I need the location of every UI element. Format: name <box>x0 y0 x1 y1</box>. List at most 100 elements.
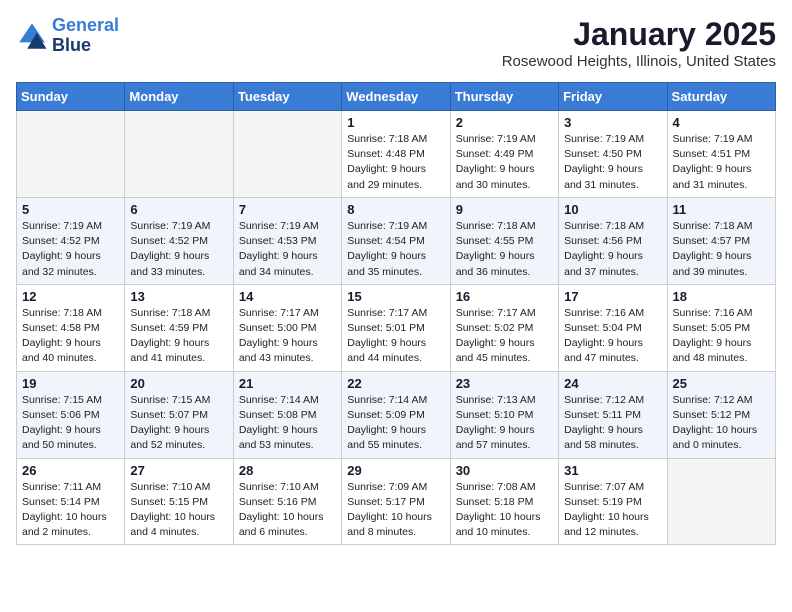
calendar-table: SundayMondayTuesdayWednesdayThursdayFrid… <box>16 82 776 545</box>
day-number: 8 <box>347 202 444 217</box>
day-info: Sunrise: 7:16 AM Sunset: 5:04 PM Dayligh… <box>564 306 661 367</box>
day-number: 20 <box>130 376 227 391</box>
day-info: Sunrise: 7:19 AM Sunset: 4:53 PM Dayligh… <box>239 219 336 280</box>
calendar-cell <box>667 458 775 545</box>
page-header: General Blue January 2025 Rosewood Heigh… <box>16 16 776 70</box>
calendar-cell: 1Sunrise: 7:18 AM Sunset: 4:48 PM Daylig… <box>342 111 450 198</box>
day-info: Sunrise: 7:09 AM Sunset: 5:17 PM Dayligh… <box>347 480 444 541</box>
day-info: Sunrise: 7:11 AM Sunset: 5:14 PM Dayligh… <box>22 480 119 541</box>
calendar-cell: 5 Sunrise: 7:19 AM Sunset: 4:52 PM Daylig… <box>17 197 125 284</box>
weekday-header: Friday <box>559 83 667 111</box>
calendar-cell: 26 Sunrise: 7:11 AM Sunset: 5:14 PM Dayli… <box>17 458 125 545</box>
day-info: Sunrise: 7:18 AM Sunset: 4:56 PM Dayligh… <box>564 219 661 280</box>
title-block: January 2025 Rosewood Heights, Illinois,… <box>502 16 776 70</box>
calendar-cell: 18 Sunrise: 7:16 AM Sunset: 5:05 PM Dayli… <box>667 284 775 371</box>
day-info: Sunrise: 7:16 AM Sunset: 5:05 PM Dayligh… <box>673 306 770 367</box>
day-number: 24 <box>564 376 661 391</box>
day-number: 31 <box>564 463 661 478</box>
calendar-cell: 13Sunrise: 7:18 AM Sunset: 4:59 PM Dayli… <box>125 284 233 371</box>
day-number: 19 <box>22 376 119 391</box>
calendar-cell: 30 Sunrise: 7:08 AM Sunset: 5:18 PM Dayli… <box>450 458 558 545</box>
day-info: Sunrise: 7:10 AM Sunset: 5:16 PM Dayligh… <box>239 480 336 541</box>
calendar-cell: 9 Sunrise: 7:18 AM Sunset: 4:55 PM Daylig… <box>450 197 558 284</box>
day-number: 15 <box>347 289 444 304</box>
calendar-cell: 21 Sunrise: 7:14 AM Sunset: 5:08 PM Dayli… <box>233 371 341 458</box>
day-number: 6 <box>130 202 227 217</box>
day-number: 1 <box>347 115 444 130</box>
calendar-cell: 19 Sunrise: 7:15 AM Sunset: 5:06 PM Dayli… <box>17 371 125 458</box>
day-info: Sunrise: 7:19 AM Sunset: 4:52 PM Dayligh… <box>22 219 119 280</box>
weekday-header: Sunday <box>17 83 125 111</box>
day-number: 10 <box>564 202 661 217</box>
day-number: 26 <box>22 463 119 478</box>
day-number: 23 <box>456 376 553 391</box>
day-info: Sunrise: 7:12 AM Sunset: 5:11 PM Dayligh… <box>564 393 661 454</box>
day-info: Sunrise: 7:18 AM Sunset: 4:57 PM Dayligh… <box>673 219 770 280</box>
day-number: 25 <box>673 376 770 391</box>
calendar-cell: 28Sunrise: 7:10 AM Sunset: 5:16 PM Dayli… <box>233 458 341 545</box>
day-number: 7 <box>239 202 336 217</box>
calendar-cell: 6 Sunrise: 7:19 AM Sunset: 4:52 PM Daylig… <box>125 197 233 284</box>
calendar-week-row: 12 Sunrise: 7:18 AM Sunset: 4:58 PM Dayli… <box>17 284 776 371</box>
calendar-cell: 23 Sunrise: 7:13 AM Sunset: 5:10 PM Dayli… <box>450 371 558 458</box>
weekday-header: Thursday <box>450 83 558 111</box>
calendar-cell: 27 Sunrise: 7:10 AM Sunset: 5:15 PM Dayli… <box>125 458 233 545</box>
day-number: 13 <box>130 289 227 304</box>
day-number: 3 <box>564 115 661 130</box>
day-info: Sunrise: 7:19 AM Sunset: 4:50 PM Dayligh… <box>564 132 661 193</box>
day-info: Sunrise: 7:19 AM Sunset: 4:52 PM Dayligh… <box>130 219 227 280</box>
calendar-cell: 4 Sunrise: 7:19 AM Sunset: 4:51 PM Daylig… <box>667 111 775 198</box>
day-number: 16 <box>456 289 553 304</box>
day-number: 12 <box>22 289 119 304</box>
weekday-header: Saturday <box>667 83 775 111</box>
day-number: 4 <box>673 115 770 130</box>
day-number: 9 <box>456 202 553 217</box>
day-number: 29 <box>347 463 444 478</box>
weekday-header: Tuesday <box>233 83 341 111</box>
calendar-cell: 15Sunrise: 7:17 AM Sunset: 5:01 PM Dayli… <box>342 284 450 371</box>
day-info: Sunrise: 7:19 AM Sunset: 4:49 PM Dayligh… <box>456 132 553 193</box>
day-info: Sunrise: 7:19 AM Sunset: 4:51 PM Dayligh… <box>673 132 770 193</box>
day-info: Sunrise: 7:13 AM Sunset: 5:10 PM Dayligh… <box>456 393 553 454</box>
logo: General Blue <box>16 16 119 56</box>
calendar-cell: 16Sunrise: 7:17 AM Sunset: 5:02 PM Dayli… <box>450 284 558 371</box>
calendar-cell: 12 Sunrise: 7:18 AM Sunset: 4:58 PM Dayli… <box>17 284 125 371</box>
calendar-week-row: 26 Sunrise: 7:11 AM Sunset: 5:14 PM Dayli… <box>17 458 776 545</box>
weekday-header: Wednesday <box>342 83 450 111</box>
calendar-cell <box>233 111 341 198</box>
calendar-cell: 17 Sunrise: 7:16 AM Sunset: 5:04 PM Dayli… <box>559 284 667 371</box>
calendar-cell: 31Sunrise: 7:07 AM Sunset: 5:19 PM Dayli… <box>559 458 667 545</box>
calendar-cell <box>125 111 233 198</box>
calendar-cell: 22Sunrise: 7:14 AM Sunset: 5:09 PM Dayli… <box>342 371 450 458</box>
day-info: Sunrise: 7:10 AM Sunset: 5:15 PM Dayligh… <box>130 480 227 541</box>
day-number: 27 <box>130 463 227 478</box>
calendar-cell: 10 Sunrise: 7:18 AM Sunset: 4:56 PM Dayli… <box>559 197 667 284</box>
calendar-cell: 20Sunrise: 7:15 AM Sunset: 5:07 PM Dayli… <box>125 371 233 458</box>
day-info: Sunrise: 7:14 AM Sunset: 5:08 PM Dayligh… <box>239 393 336 454</box>
day-info: Sunrise: 7:17 AM Sunset: 5:00 PM Dayligh… <box>239 306 336 367</box>
day-number: 2 <box>456 115 553 130</box>
day-number: 17 <box>564 289 661 304</box>
day-number: 21 <box>239 376 336 391</box>
day-number: 30 <box>456 463 553 478</box>
calendar-cell: 8 Sunrise: 7:19 AM Sunset: 4:54 PM Daylig… <box>342 197 450 284</box>
day-info: Sunrise: 7:08 AM Sunset: 5:18 PM Dayligh… <box>456 480 553 541</box>
calendar-cell: 25 Sunrise: 7:12 AM Sunset: 5:12 PM Dayli… <box>667 371 775 458</box>
day-info: Sunrise: 7:19 AM Sunset: 4:54 PM Dayligh… <box>347 219 444 280</box>
day-number: 22 <box>347 376 444 391</box>
day-info: Sunrise: 7:18 AM Sunset: 4:55 PM Dayligh… <box>456 219 553 280</box>
day-number: 14 <box>239 289 336 304</box>
calendar-cell: 2 Sunrise: 7:19 AM Sunset: 4:49 PM Daylig… <box>450 111 558 198</box>
calendar-cell: 3 Sunrise: 7:19 AM Sunset: 4:50 PM Daylig… <box>559 111 667 198</box>
logo-text: General Blue <box>52 16 119 56</box>
calendar-cell: 7 Sunrise: 7:19 AM Sunset: 4:53 PM Daylig… <box>233 197 341 284</box>
weekday-header: Monday <box>125 83 233 111</box>
calendar-cell: 14 Sunrise: 7:17 AM Sunset: 5:00 PM Dayli… <box>233 284 341 371</box>
day-number: 5 <box>22 202 119 217</box>
day-info: Sunrise: 7:12 AM Sunset: 5:12 PM Dayligh… <box>673 393 770 454</box>
day-number: 18 <box>673 289 770 304</box>
day-info: Sunrise: 7:15 AM Sunset: 5:06 PM Dayligh… <box>22 393 119 454</box>
calendar-header-row: SundayMondayTuesdayWednesdayThursdayFrid… <box>17 83 776 111</box>
month-title: January 2025 <box>502 16 776 53</box>
day-info: Sunrise: 7:18 AM Sunset: 4:58 PM Dayligh… <box>22 306 119 367</box>
